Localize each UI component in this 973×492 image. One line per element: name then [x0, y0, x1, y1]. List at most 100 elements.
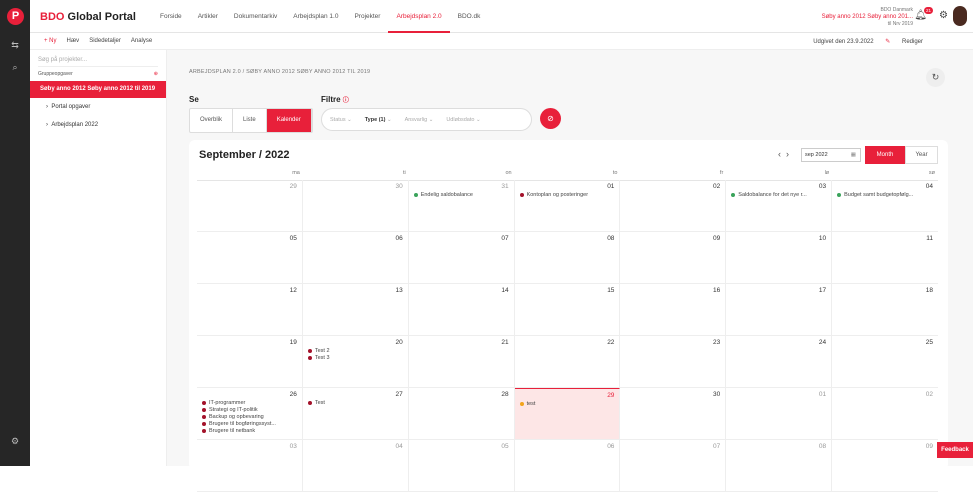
- calendar-day[interactable]: 30: [302, 180, 409, 232]
- nav-item[interactable]: Arbejdsplan 2.0: [388, 0, 450, 33]
- date-picker[interactable]: sep 2022 ▦: [801, 148, 861, 162]
- nav-item[interactable]: Projekter: [346, 0, 388, 33]
- calendar-day[interactable]: 08: [514, 232, 621, 284]
- calendar-day[interactable]: 20 Test 2 Test 3: [302, 336, 409, 388]
- nav-item[interactable]: Dokumentarkiv: [226, 0, 285, 33]
- calendar-day[interactable]: 09: [832, 440, 938, 492]
- month-button[interactable]: Month: [865, 146, 905, 164]
- calendar-event[interactable]: Brugere til netbank: [202, 428, 299, 435]
- nav-item[interactable]: Artikler: [190, 0, 226, 33]
- calendar-day[interactable]: 22: [514, 336, 621, 388]
- settings-icon[interactable]: ⚙: [0, 436, 30, 447]
- nav-item[interactable]: Forside: [152, 0, 190, 33]
- calendar-day[interactable]: 15: [514, 284, 621, 336]
- add-icon[interactable]: ⊕: [154, 71, 158, 77]
- edit-button[interactable]: ✎: [885, 39, 890, 45]
- calendar-day[interactable]: 03 Saldobalance for det nye r...: [726, 180, 833, 232]
- calendar-day[interactable]: 08: [726, 440, 833, 492]
- haev-button[interactable]: Hæv: [67, 38, 80, 44]
- feedback-button[interactable]: Feedback: [937, 442, 973, 458]
- calendar-day[interactable]: 01: [726, 388, 833, 440]
- calendar-day[interactable]: 07: [408, 232, 515, 284]
- calendar-day[interactable]: 13: [302, 284, 409, 336]
- settings-icon[interactable]: ⚙: [939, 10, 948, 21]
- calendar-event[interactable]: Test 2: [307, 348, 405, 355]
- calendar-day[interactable]: 06: [302, 232, 409, 284]
- calendar-day[interactable]: 27 Test: [302, 388, 409, 440]
- calendar-event[interactable]: Test: [307, 400, 405, 407]
- calendar-day[interactable]: 09: [620, 232, 727, 284]
- calendar-day[interactable]: 31 Endelig saldobalance: [408, 180, 515, 232]
- calendar-event[interactable]: Test 3: [307, 355, 405, 362]
- swap-icon[interactable]: ⇆: [0, 40, 30, 51]
- group-header[interactable]: Gruppeopgaver ⊕: [38, 71, 158, 77]
- calendar-day[interactable]: 21: [408, 336, 515, 388]
- tree-item-selected[interactable]: Søby anno 2012 Søby anno 2012 til 2019: [30, 81, 166, 98]
- calendar-day[interactable]: 23: [620, 336, 727, 388]
- event-dot: [307, 348, 312, 353]
- calendar-event[interactable]: Kontoplan og posteringer: [519, 192, 617, 199]
- calendar-day[interactable]: 05: [197, 232, 303, 284]
- calendar-day[interactable]: 25: [832, 336, 938, 388]
- page-details-button[interactable]: Sidedetaljer: [89, 38, 121, 44]
- filter-dropdown[interactable]: Udløbsdato ⌄: [446, 117, 480, 123]
- analyse-button[interactable]: Analyse: [131, 38, 152, 44]
- month-navigation: ‹ ›: [778, 149, 789, 159]
- filter-dropdown[interactable]: Status ⌄: [330, 117, 352, 123]
- calendar-event[interactable]: Saldobalance for det nye r...: [731, 192, 828, 199]
- calendar-day[interactable]: 12: [197, 284, 303, 336]
- calendar-day[interactable]: 01 Kontoplan og posteringer: [514, 180, 621, 232]
- view-tab[interactable]: Kalender: [266, 109, 312, 132]
- calendar-event[interactable]: Backup og opbevaring: [202, 414, 299, 421]
- nav-item[interactable]: Arbejdsplan 1.0: [285, 0, 346, 33]
- calendar-event[interactable]: Strategi og IT-politik: [202, 407, 299, 414]
- new-button[interactable]: + Ny: [44, 38, 57, 44]
- year-button[interactable]: Year: [905, 146, 938, 164]
- calendar-day[interactable]: 24: [726, 336, 833, 388]
- calendar-event[interactable]: test: [519, 401, 617, 408]
- calendar-day[interactable]: 19: [197, 336, 303, 388]
- calendar-day[interactable]: 07: [620, 440, 727, 492]
- calendar-day[interactable]: 30: [620, 388, 727, 440]
- clear-filter-button[interactable]: ⊘: [540, 108, 561, 129]
- avatar[interactable]: [953, 6, 967, 26]
- calendar-day[interactable]: 29 test: [514, 388, 621, 440]
- filter-dropdown[interactable]: Type (1) ⌄: [365, 117, 392, 123]
- calendar-day[interactable]: 18: [832, 284, 938, 336]
- view-tab[interactable]: Liste: [233, 109, 267, 132]
- project-search-input[interactable]: Søg på projekter...: [38, 54, 158, 67]
- calendar-day[interactable]: 14: [408, 284, 515, 336]
- calendar-day[interactable]: 26 IT-programmer Strategi og IT-politik Bac…: [197, 388, 303, 440]
- calendar-event[interactable]: Budget samt budgetopfølg...: [837, 192, 935, 199]
- calendar-day[interactable]: 28: [408, 388, 515, 440]
- calendar-event[interactable]: Brugere til bogføringssyst...: [202, 421, 299, 428]
- calendar-day[interactable]: 17: [726, 284, 833, 336]
- portal-logo-icon[interactable]: P: [7, 8, 24, 25]
- prev-month-icon[interactable]: ‹: [778, 149, 781, 159]
- calendar-day[interactable]: 02: [832, 388, 938, 440]
- tree-item-arbejdsplan[interactable]: › Arbejdsplan 2022: [30, 116, 166, 134]
- filter-dropdown[interactable]: Ansvarlig ⌄: [405, 117, 434, 123]
- refresh-icon[interactable]: ↻: [926, 68, 945, 87]
- calendar-day[interactable]: 16: [620, 284, 727, 336]
- view-tab[interactable]: Overblik: [190, 109, 234, 132]
- calendar-event[interactable]: IT-programmer: [202, 400, 299, 407]
- calendar-day[interactable]: 04 Budget samt budgetopfølg...: [832, 180, 938, 232]
- info-icon[interactable]: ⓘ: [343, 98, 349, 104]
- brand-logo[interactable]: BDO Global Portal: [40, 11, 136, 23]
- user-info[interactable]: BDO Danmark Søby anno 2012 Søby anno 201…: [822, 7, 913, 28]
- edit-label[interactable]: Rediger: [902, 39, 923, 45]
- calendar-day[interactable]: 10: [726, 232, 833, 284]
- calendar-day[interactable]: 29: [197, 180, 303, 232]
- search-icon[interactable]: ⌕: [0, 62, 30, 73]
- calendar-day[interactable]: 02: [620, 180, 727, 232]
- calendar-day[interactable]: 03: [197, 440, 303, 492]
- calendar-event[interactable]: Endelig saldobalance: [413, 192, 511, 199]
- next-month-icon[interactable]: ›: [786, 149, 789, 159]
- calendar-day[interactable]: 05: [408, 440, 515, 492]
- calendar-day[interactable]: 11: [832, 232, 938, 284]
- calendar-day[interactable]: 04: [302, 440, 409, 492]
- nav-item[interactable]: BDO.dk: [450, 0, 489, 33]
- tree-item-portal[interactable]: › Portal opgaver: [30, 98, 166, 116]
- calendar-day[interactable]: 06: [514, 440, 621, 492]
